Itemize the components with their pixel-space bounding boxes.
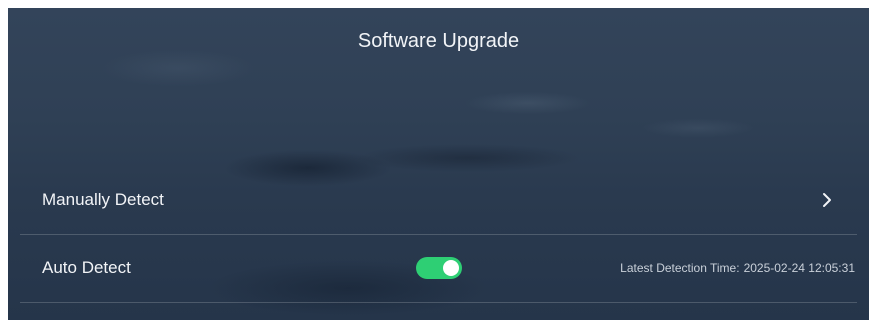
chevron-right-icon [823,193,831,207]
manually-detect-row[interactable]: Manually Detect [20,166,857,235]
page-title: Software Upgrade [357,30,520,52]
software-upgrade-screen: Software Upgrade Manually Detect Auto De… [8,8,869,320]
manually-detect-label: Manually Detect [42,190,164,209]
toggle-knob [443,260,459,276]
auto-detect-row: Auto Detect Latest Detection Time: 2025-0… [20,234,857,303]
auto-detect-label: Auto Detect [42,258,131,277]
latest-detection-label: Latest Detection Time: [620,261,740,275]
latest-detection-value: 2025-02-24 12:05:31 [743,261,855,275]
auto-detect-toggle[interactable] [416,257,462,279]
latest-detection-time: Latest Detection Time: 2025-02-24 12:05:3… [620,261,857,275]
